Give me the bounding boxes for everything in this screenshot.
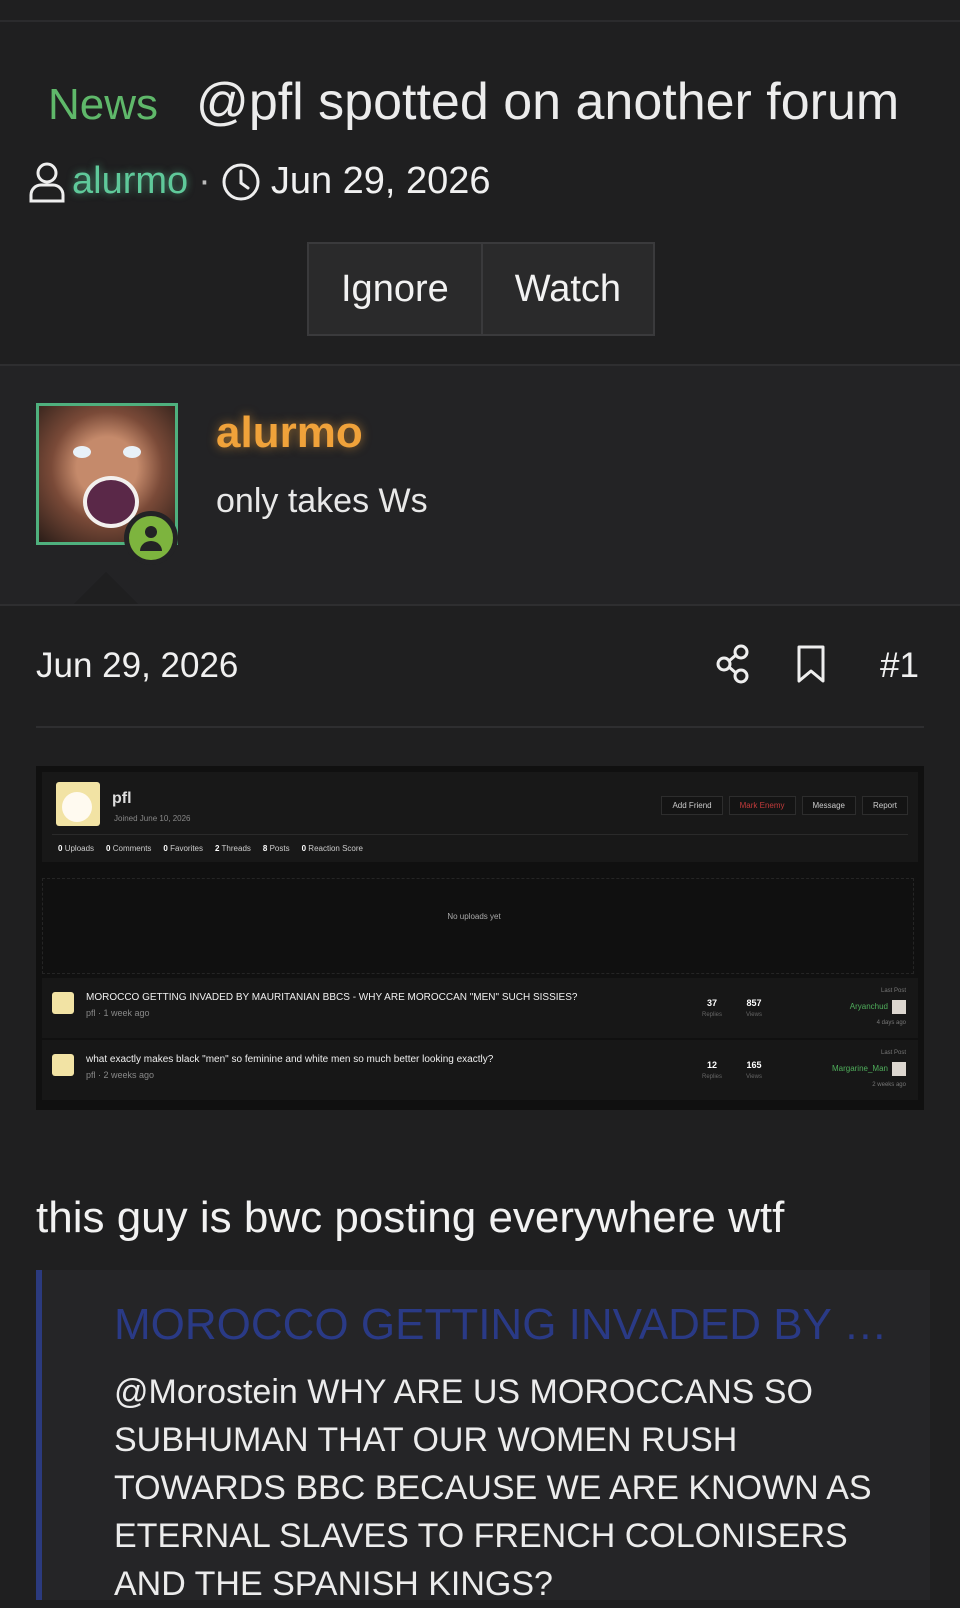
embedded-thread-title: MOROCCO GETTING INVADED BY MAURITANIAN B… [86,992,578,1003]
quote-body: @Morostein WHY ARE US MOROCCANS SO SUBHU… [114,1373,872,1603]
watch-button[interactable]: Watch [480,244,654,334]
embedded-message: Message [801,796,856,815]
embedded-stat: 2 Threads [215,844,251,853]
embedded-mark-enemy: Mark Enemy [728,796,796,815]
top-divider [0,20,960,22]
avatar-eye-left [73,446,91,458]
quote-title-link[interactable]: MOROCCO GETTING INVADED BY MAURITANIAN B… [114,1300,894,1350]
thread-title: News @pfl spotted on another forum [48,72,930,132]
post-message: this guy is bwc posting everywhere wtf [36,1193,785,1242]
embedded-screenshot[interactable]: pfl Joined June 10, 2026 Add Friend Mark… [36,766,924,1110]
embedded-last-post-avatar [892,1062,906,1076]
post-caret [72,572,140,606]
thread-date[interactable]: Jun 29, 2026 [271,160,491,203]
embedded-stat: 0 Reaction Score [301,844,363,853]
embedded-joined-date: Joined June 10, 2026 [114,814,191,823]
avatar[interactable] [36,403,178,565]
embedded-replies-label: Replies [701,1074,722,1080]
embedded-profile-name: pfl [112,790,132,807]
post-date[interactable]: Jun 29, 2026 [36,646,238,686]
embedded-profile-avatar [56,782,100,826]
divider [0,604,960,606]
embedded-views-label: Views [746,1012,762,1018]
embedded-divider [52,834,908,835]
embedded-replies-count: 37 [706,998,717,1008]
embedded-last-post-user: Aryanchud [849,1002,888,1011]
avatar-eye-right [123,446,141,458]
embedded-thread-sub: pfl · 2 weeks ago [86,1070,155,1080]
embedded-stat: 8 Posts [262,844,290,853]
embedded-stat: 0 Uploads [58,844,95,853]
embedded-profile-card: pfl Joined June 10, 2026 Add Friend Mark… [42,772,918,862]
bookmark-icon[interactable] [796,644,826,689]
embedded-views-count: 165 [746,1060,762,1070]
embedded-stat: 0 Favorites [163,844,204,853]
user-icon [28,161,66,203]
thread-title-text: @pfl spotted on another forum [196,73,900,131]
thread-author-link[interactable]: alurmo [72,160,188,203]
embedded-stats: 0 Uploads 0 Comments 0 Favorites 2 Threa… [58,844,363,853]
embedded-replies-count: 12 [706,1060,717,1070]
embedded-thread-icon [52,992,74,1014]
embedded-views-label: Views [746,1074,762,1080]
embedded-report: Report [861,796,908,815]
thread-action-buttons: Ignore Watch [307,242,656,336]
embedded-stat: 0 Comments [106,844,152,853]
embedded-last-post-user: Margarine_Man [831,1064,888,1073]
user-title: only takes Ws [216,482,428,520]
ignore-button[interactable]: Ignore [309,244,481,334]
embedded-no-uploads: No uploads yet [447,912,501,921]
embedded-add-friend: Add Friend [661,796,723,815]
post-author-block: alurmo only takes Ws [0,366,960,606]
embedded-thread-title: what exactly makes black "men" so femini… [86,1054,494,1065]
embedded-last-post-label: Last Post [880,988,906,994]
online-status-icon [124,511,178,565]
embedded-thread-row: what exactly makes black "men" so femini… [42,1040,918,1100]
thread-meta: alurmo · Jun 29, 2026 [28,160,491,203]
embedded-views-count: 857 [746,998,762,1008]
link-preview-quote[interactable]: MOROCCO GETTING INVADED BY MAURITANIAN B… [36,1270,930,1603]
post-username[interactable]: alurmo [216,408,363,458]
embedded-thread-row: MOROCCO GETTING INVADED BY MAURITANIAN B… [42,978,918,1038]
embedded-replies-label: Replies [701,1012,722,1018]
embedded-last-post-time: 4 days ago [876,1020,906,1026]
meta-separator: · [198,160,211,202]
embedded-uploads-area [42,878,914,974]
embedded-profile-actions: Add Friend Mark Enemy Message Report [661,796,908,815]
embedded-last-post-avatar [892,1000,906,1014]
embedded-thread-icon [52,1054,74,1076]
thread-prefix[interactable]: News [48,80,158,130]
embedded-last-post-time: 2 weeks ago [872,1082,906,1088]
divider [36,726,924,728]
embedded-last-post-label: Last Post [880,1050,906,1056]
embedded-thread-sub: pfl · 1 week ago [86,1008,150,1018]
clock-icon [221,162,261,202]
share-icon[interactable] [716,644,750,689]
post-number-link[interactable]: #1 [880,646,919,686]
